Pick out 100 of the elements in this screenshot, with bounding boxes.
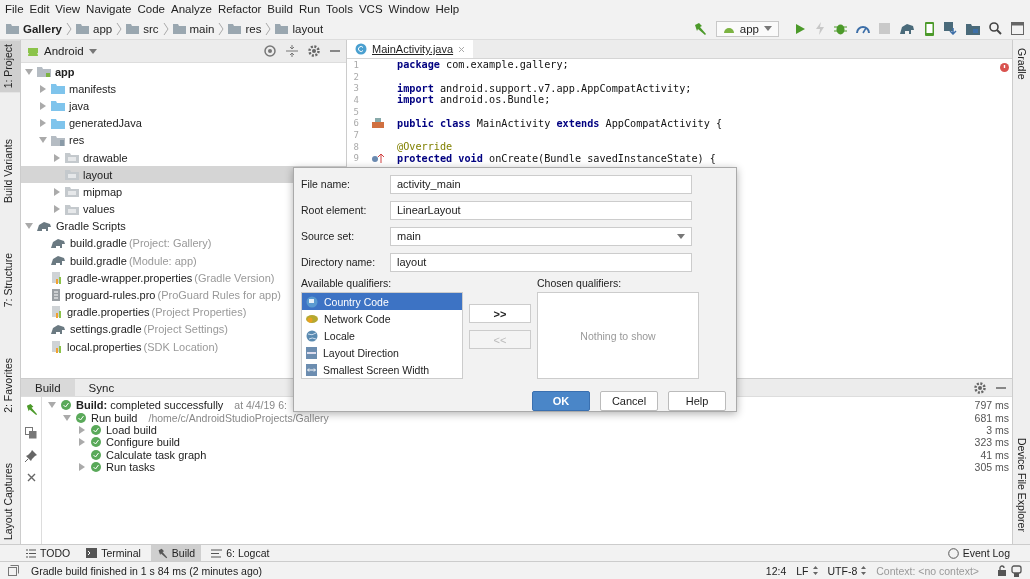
expand-arrow-icon[interactable] <box>78 438 86 447</box>
expand-arrow-icon[interactable] <box>25 222 33 231</box>
play-icon[interactable] <box>794 22 806 35</box>
copy-icon[interactable] <box>25 427 37 439</box>
breadcrumb-item[interactable]: src <box>143 22 159 35</box>
move-button[interactable]: >> <box>469 304 531 323</box>
expand-arrow-icon[interactable] <box>78 463 86 472</box>
event-log-button[interactable]: Event Log <box>941 545 1016 561</box>
close-icon[interactable] <box>26 473 36 482</box>
tree-item[interactable]: res <box>21 131 346 149</box>
build-step[interactable]: Run build <box>91 411 138 424</box>
lock-icon[interactable] <box>997 565 1007 576</box>
expand-arrow-icon[interactable] <box>53 153 61 162</box>
tree-item[interactable]: generatedJava <box>21 114 346 132</box>
input-field[interactable]: activity_main <box>390 174 692 194</box>
menu-item[interactable]: Build <box>265 3 297 15</box>
qualifier-item[interactable]: Smallest Screen Width <box>302 361 462 378</box>
menu-item[interactable]: Code <box>135 3 169 15</box>
download-icon[interactable] <box>944 22 957 35</box>
menu-item[interactable]: Navigate <box>84 3 136 15</box>
expand-arrow-icon[interactable] <box>39 101 47 110</box>
expand-arrow-icon[interactable] <box>63 413 71 422</box>
tree-item[interactable]: drawable <box>21 148 346 167</box>
breadcrumb-item[interactable]: main <box>189 22 215 35</box>
dialog-button[interactable]: Help <box>668 391 726 411</box>
tool-window-tab[interactable]: 7: Structure <box>0 249 20 312</box>
expand-arrow-icon[interactable] <box>78 425 86 434</box>
expand-arrow-icon[interactable] <box>39 136 47 145</box>
input-field[interactable]: LinearLayout <box>390 200 692 220</box>
build-step[interactable]: Calculate task graph <box>106 448 207 461</box>
breadcrumb-item[interactable]: app <box>93 22 113 35</box>
ok-button[interactable]: OK <box>532 391 590 411</box>
robot-icon[interactable] <box>1011 564 1022 577</box>
menu-item[interactable]: VCS <box>356 3 387 15</box>
menu-item[interactable]: Analyze <box>168 3 216 15</box>
tool-window-tab[interactable]: Device File Explorer <box>1013 434 1030 536</box>
pin-icon[interactable] <box>25 450 37 462</box>
tree-item[interactable]: manifests <box>21 80 346 98</box>
tree-item[interactable]: java <box>21 97 346 115</box>
tool-window-tab[interactable]: 1: Project <box>0 40 20 93</box>
window-icon[interactable] <box>1011 22 1024 35</box>
source-set-dropdown[interactable]: main <box>390 226 692 246</box>
qualifier-item[interactable]: Layout Direction <box>302 344 462 361</box>
target-icon[interactable] <box>264 45 276 57</box>
expand-arrow-icon[interactable] <box>39 119 47 128</box>
bug-icon[interactable] <box>834 22 847 35</box>
tool-window-tab[interactable]: 2: Favorites <box>0 353 20 417</box>
run-config-dropdown[interactable]: app <box>715 20 779 37</box>
square-icon[interactable] <box>8 565 19 576</box>
expand-arrow-icon[interactable] <box>53 205 61 214</box>
menu-item[interactable]: File <box>3 3 28 15</box>
breadcrumb-item[interactable]: res <box>245 22 262 35</box>
menu-item[interactable]: Tools <box>324 3 357 15</box>
tool-window-tab[interactable]: Gradle <box>1013 44 1030 84</box>
tool-window-button[interactable]: 6: Logcat <box>205 545 276 561</box>
qualifier-item[interactable]: Country Code <box>302 293 462 310</box>
folder-grid-icon[interactable] <box>966 22 980 35</box>
expand-arrow-icon[interactable] <box>39 84 47 93</box>
dialog-button[interactable]: Cancel <box>600 391 658 411</box>
tool-window-tab[interactable]: Layout Captures <box>0 458 20 544</box>
menu-item[interactable]: Help <box>433 3 464 15</box>
hammer-icon[interactable] <box>692 21 707 36</box>
editor-tab[interactable]: MainActivity.java <box>347 40 474 58</box>
tool-window-button[interactable]: TODO <box>20 545 77 561</box>
layout-icon[interactable] <box>372 118 384 129</box>
menu-item[interactable]: Refactor <box>215 3 266 15</box>
breadcrumb-item[interactable]: layout <box>292 22 324 35</box>
line-separator-selector[interactable]: LF <box>796 564 809 577</box>
panel-tab[interactable]: Build <box>21 379 75 396</box>
build-step[interactable]: Load build <box>106 423 157 436</box>
build-step[interactable]: Run tasks <box>106 461 155 474</box>
qualifier-item[interactable]: Network Code <box>302 310 462 327</box>
settings-icon[interactable] <box>974 381 986 394</box>
elephant-icon[interactable] <box>899 22 915 35</box>
search-icon[interactable] <box>989 22 1002 35</box>
hammer-icon[interactable] <box>24 403 38 416</box>
tool-window-button[interactable]: Terminal <box>80 545 147 561</box>
menu-item[interactable]: Window <box>386 3 434 15</box>
collapse-icon[interactable] <box>286 45 298 57</box>
build-step[interactable]: Build: completed successfully <box>76 399 224 412</box>
tree-item[interactable]: app <box>21 63 346 81</box>
view-dropdown[interactable]: Android <box>27 45 97 57</box>
menu-item[interactable]: Run <box>296 3 325 15</box>
tool-window-button[interactable]: Build <box>150 545 202 561</box>
build-step[interactable]: Configure build <box>106 436 180 449</box>
override-icon[interactable] <box>372 153 384 164</box>
tool-window-tab[interactable]: Build Variants <box>0 134 20 207</box>
caret-position[interactable]: 12:4 <box>765 564 787 577</box>
qualifier-item[interactable]: Locale <box>302 327 462 344</box>
input-field[interactable]: layout <box>390 252 692 272</box>
breadcrumb-item[interactable]: Gallery <box>23 22 62 35</box>
expand-arrow-icon[interactable] <box>53 187 61 196</box>
expand-arrow-icon[interactable] <box>48 401 56 410</box>
menu-item[interactable]: Edit <box>27 3 54 15</box>
menu-item[interactable]: View <box>53 3 85 15</box>
gauge-icon[interactable] <box>856 23 870 34</box>
panel-tab[interactable]: Sync <box>74 379 129 396</box>
expand-arrow-icon[interactable] <box>25 67 33 76</box>
settings-icon[interactable] <box>308 45 320 57</box>
phone-icon[interactable] <box>924 21 935 36</box>
